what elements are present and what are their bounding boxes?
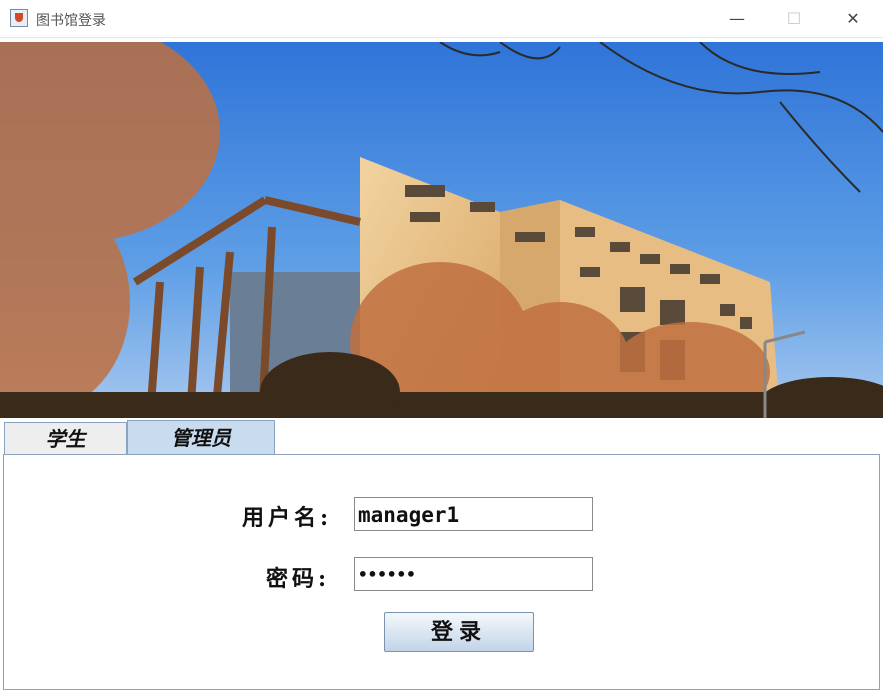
role-tabs: 学生 管理员: [0, 420, 883, 456]
username-input[interactable]: manager1: [354, 497, 593, 531]
password-label: 密码:: [266, 566, 331, 592]
minimize-button[interactable]: —: [714, 0, 760, 38]
library-banner-image: [0, 42, 883, 418]
title-bar[interactable]: 图书馆登录 — ☐ ✕: [0, 0, 883, 38]
tab-admin[interactable]: 管理员: [127, 420, 275, 455]
tab-student[interactable]: 学生: [4, 422, 127, 454]
close-button[interactable]: ✕: [830, 0, 876, 38]
window-title: 图书馆登录: [36, 13, 106, 29]
java-cup-icon: [10, 9, 28, 27]
username-label: 用户名:: [242, 505, 333, 531]
maximize-button[interactable]: ☐: [771, 0, 817, 38]
login-button[interactable]: 登录: [384, 612, 534, 652]
password-input[interactable]: ••••••: [354, 557, 593, 591]
